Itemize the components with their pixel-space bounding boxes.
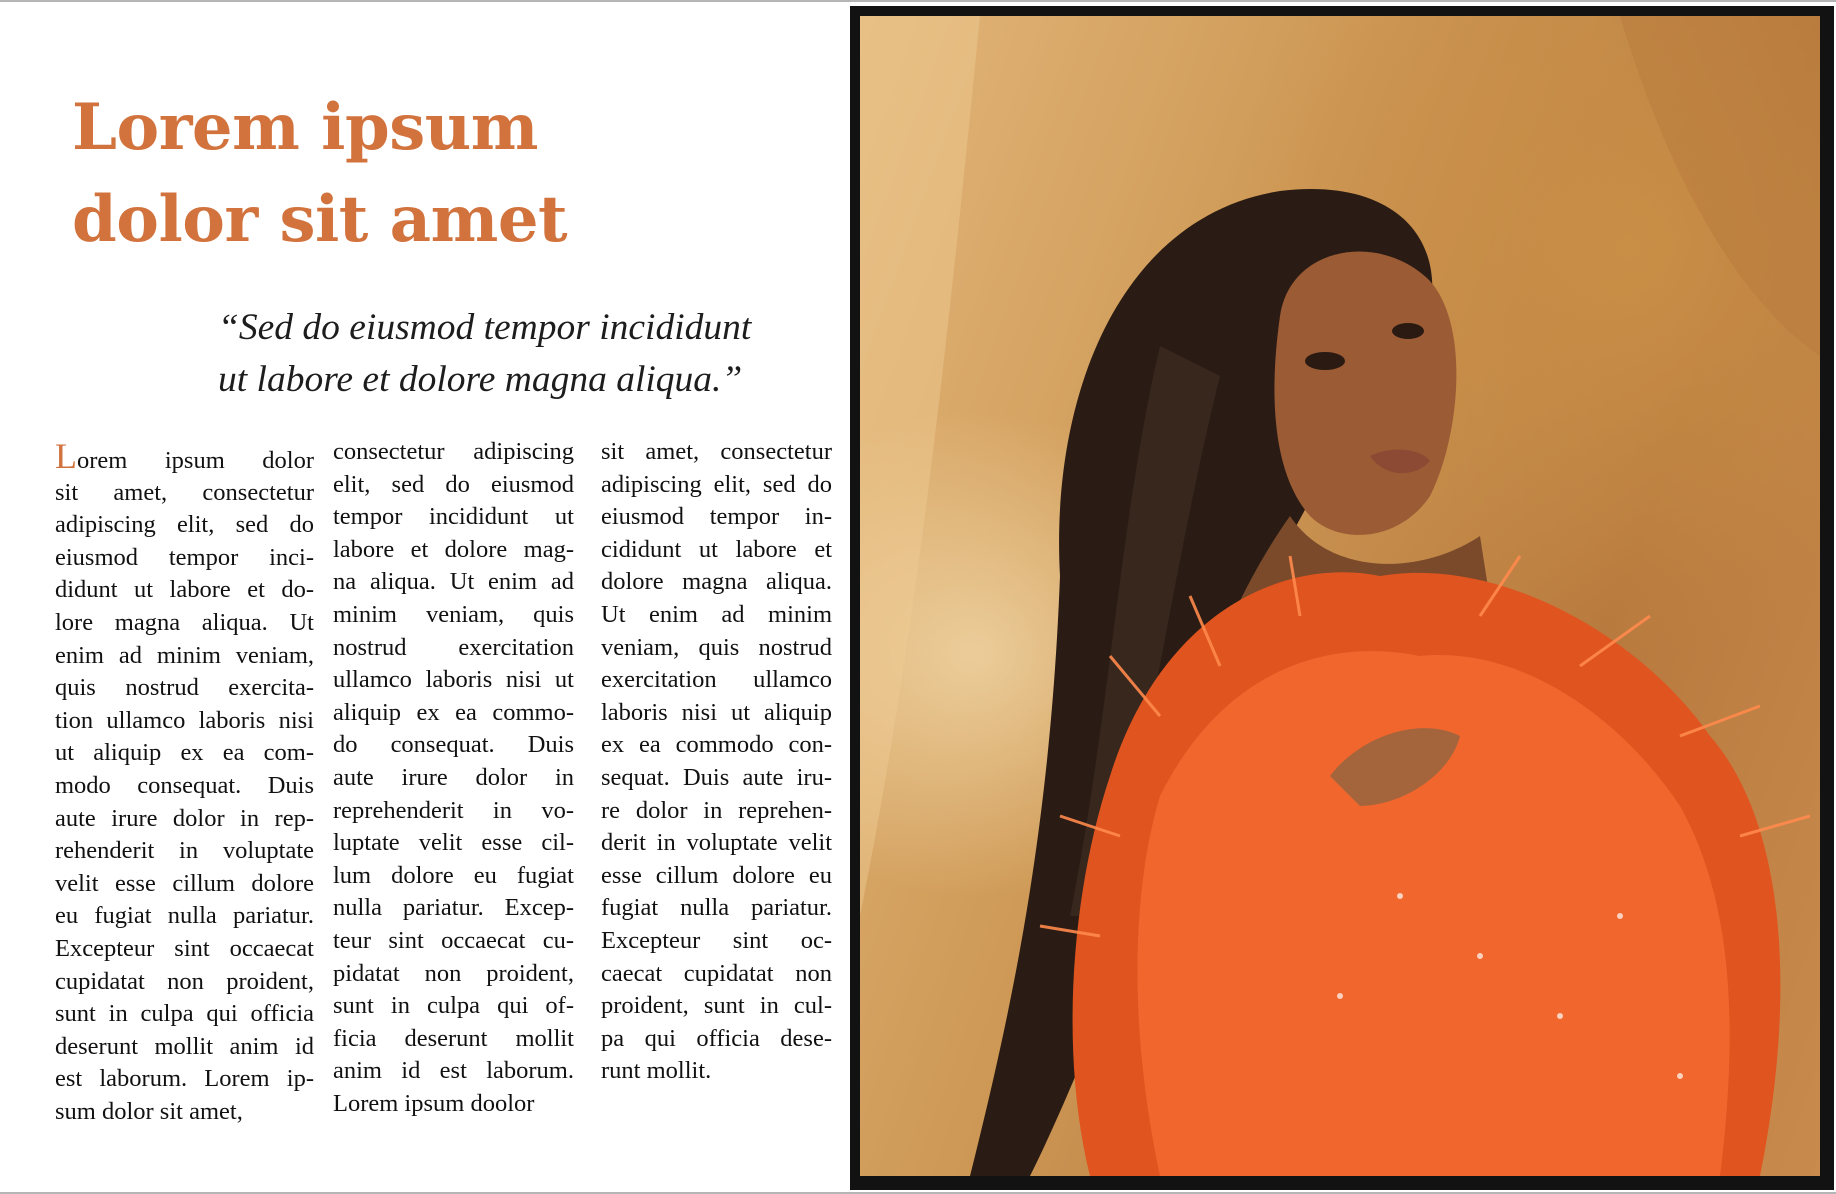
column-lines: sit amet, consectetur adipiscing elit, se…: [601, 436, 832, 1088]
column-line: derit in voluptate velit: [601, 829, 832, 857]
column-line: do consequat. Duis: [333, 731, 574, 759]
column-line-text: orem ipsum dolor: [77, 447, 314, 474]
column-line: caecat cupidatat non: [601, 959, 832, 987]
column-line: eu fugiat nulla pariatur.: [55, 902, 314, 930]
column-line: adipiscing elit, sed do: [55, 511, 314, 539]
column-line: aliquip ex ea commo-: [333, 698, 574, 726]
column-line: sequat. Duis aute iru-: [601, 763, 832, 791]
column-line: esse cillum dolore eu: [601, 861, 832, 889]
column-line: na aliqua. Ut enim ad: [333, 568, 574, 596]
column-line: eiusmod tempor inci-: [55, 543, 314, 571]
column-line: tion ullamco laboris nisi: [55, 706, 314, 734]
column-line: modo consequat. Duis: [55, 771, 314, 799]
column-line: lore magna aliqua. Ut: [55, 608, 314, 636]
column-line: ex ea commodo con-: [601, 731, 832, 759]
column-line: dolore magna aliqua.: [601, 568, 832, 596]
column-line: eiusmod tempor in-: [601, 503, 832, 531]
column-line: nulla pariatur. Excep-: [333, 894, 574, 922]
pull-quote-line: ut labore et dolore magna aliqua.”: [218, 359, 743, 400]
magazine-spread: Lorem ipsum dolor sit amet “Sed do eiusm…: [0, 0, 1836, 1194]
column-line: sunt in culpa qui of-: [333, 992, 574, 1020]
column-line: rehenderit in voluptate: [55, 837, 314, 865]
column-line: est laborum. Lorem ip-: [55, 1065, 314, 1093]
column-line: fugiat nulla pariatur.: [601, 894, 832, 922]
headline-line: dolor sit amet: [72, 182, 568, 257]
column-line: sit amet, consectetur: [601, 438, 832, 465]
column-line: runt mollit.: [601, 1057, 712, 1085]
column-line: ut aliquip ex ea com-: [55, 739, 314, 767]
pull-quote-line: “Sed do eiusmod tempor incididunt: [218, 307, 752, 348]
column-line: Excepteur sint oc-: [601, 926, 832, 954]
body-column-1: Lorem ipsum dolor sit amet, consectetur a…: [55, 438, 314, 1129]
column-lines: sit amet, consectetur adipiscing elit, se…: [55, 477, 314, 1129]
column-line: consectetur adipiscing: [333, 438, 574, 465]
column-line: luptate velit esse cil-: [333, 829, 574, 857]
text-page: Lorem ipsum dolor sit amet “Sed do eiusm…: [0, 2, 850, 1192]
column-line: Lorem ipsum doolor: [333, 1089, 535, 1117]
column-line: veniam, quis nostrud: [601, 633, 832, 661]
column-line: aute irure dolor in: [333, 763, 574, 791]
column-line: aute irure dolor in rep-: [55, 804, 314, 832]
column-line: cupidatat non proident,: [55, 967, 314, 995]
column-line: deserunt mollit anim id: [55, 1032, 314, 1060]
headline: Lorem ipsum dolor sit amet: [72, 82, 568, 266]
column-line: re dolor in reprehen-: [601, 796, 832, 824]
column-line: nostrud exercitation: [333, 633, 574, 661]
column-line: reprehenderit in vo-: [333, 796, 574, 824]
body-column-2: consectetur adipiscing elit, sed do eiusm…: [333, 436, 574, 1120]
column-line: sunt in culpa qui officia: [55, 1000, 314, 1028]
pull-quote: “Sed do eiusmod tempor incididunt ut lab…: [218, 302, 751, 406]
column-line: minim veniam, quis: [333, 600, 574, 628]
column-line: lum dolore eu fugiat: [333, 861, 574, 889]
column-line: laboris nisi ut aliquip: [601, 698, 832, 726]
column-line: enim ad minim veniam,: [55, 641, 314, 669]
column-line: didunt ut labore et do-: [55, 576, 314, 604]
column-line: Ut enim ad minim: [601, 600, 832, 628]
column-line: cididunt ut labore et: [601, 535, 832, 563]
column-line: elit, sed do eiusmod: [333, 470, 574, 498]
column-line: exercitation ullamco: [601, 666, 832, 694]
column-line: Lorem ipsum dolor: [55, 438, 314, 477]
column-line: anim id est laborum.: [333, 1057, 574, 1085]
column-line: pa qui officia dese-: [601, 1024, 832, 1052]
photo-frame: [850, 6, 1834, 1190]
portrait-illustration: [860, 16, 1820, 1176]
column-line: velit esse cillum dolore: [55, 869, 314, 897]
column-line: tempor incididunt ut: [333, 503, 574, 531]
column-line: adipiscing elit, sed do: [601, 470, 832, 498]
column-lines: consectetur adipiscing elit, sed do eiusm…: [333, 436, 574, 1120]
column-line: sit amet, consectetur: [55, 478, 314, 506]
headline-line: Lorem ipsum: [72, 90, 538, 165]
column-line: Excepteur sint occaecat: [55, 934, 314, 962]
body-column-3: sit amet, consectetur adipiscing elit, se…: [601, 436, 832, 1088]
drop-cap: L: [55, 436, 77, 476]
column-line: teur sint occaecat cu-: [333, 926, 574, 954]
column-line: labore et dolore mag-: [333, 535, 574, 563]
column-line: quis nostrud exercita-: [55, 674, 314, 702]
column-line: proident, sunt in cul-: [601, 992, 832, 1020]
column-line: ficia deserunt mollit: [333, 1024, 574, 1052]
column-line: sum dolor sit amet,: [55, 1097, 243, 1125]
column-line: ullamco laboris nisi ut: [333, 666, 574, 694]
portrait-photo: [860, 16, 1820, 1176]
column-line: pidatat non proident,: [333, 959, 574, 987]
